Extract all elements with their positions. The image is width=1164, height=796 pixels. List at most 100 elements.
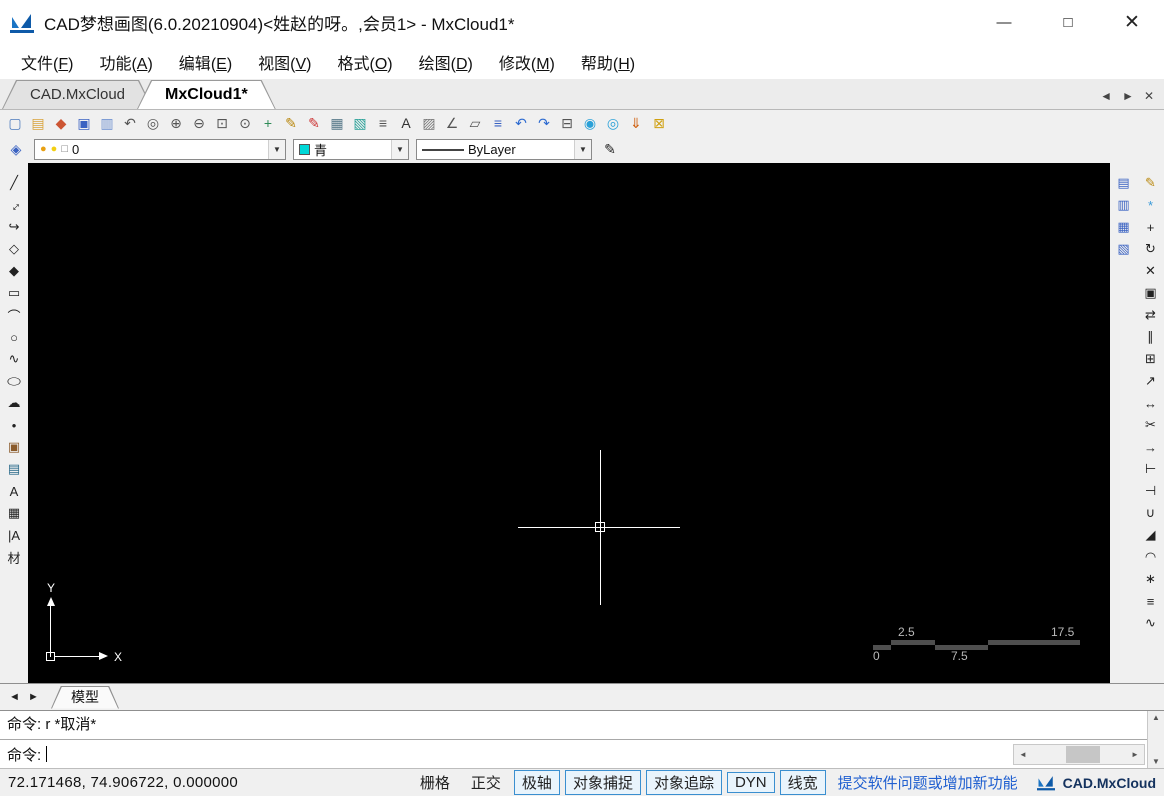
trim-icon[interactable]: ✂ [1141, 415, 1161, 435]
chamfer-icon[interactable]: ◢ [1141, 525, 1161, 545]
text-icon[interactable]: A [4, 481, 24, 501]
move-icon[interactable]: + [1141, 217, 1161, 237]
tab-mxcloud1[interactable]: MxCloud1* [137, 80, 276, 109]
color-combo[interactable]: 青 ▼ [293, 139, 409, 160]
zoom-in-icon[interactable]: ⊕ [165, 112, 187, 134]
break-at-point-icon[interactable]: ⊢ [1141, 459, 1161, 479]
layer-combo[interactable]: ● ● □ 0 ▼ [34, 139, 286, 160]
spline-icon[interactable]: ∿ [4, 349, 24, 369]
copy-icon[interactable]: ▣ [1141, 283, 1161, 303]
save-icon[interactable]: ▣ [73, 112, 95, 134]
explode-icon[interactable]: ∗ [1141, 569, 1161, 589]
construction-line-icon[interactable]: ↔ [0, 191, 28, 219]
layer-manager-icon[interactable]: ◈ [5, 139, 27, 161]
zoom-realtime-icon[interactable]: ◎ [142, 112, 164, 134]
brush-icon[interactable]: ✎ [1141, 173, 1161, 193]
menu-function[interactable]: 功能(A) [90, 47, 161, 77]
hatch-icon[interactable]: ▦ [4, 503, 24, 523]
zoom-out-icon[interactable]: ⊖ [188, 112, 210, 134]
menu-draw[interactable]: 绘图(D) [410, 47, 482, 77]
status-toggle[interactable]: 对象捕捉 [564, 770, 641, 795]
sheet-next-button[interactable]: ► [25, 688, 42, 707]
pan-icon[interactable]: + [257, 112, 279, 134]
cloud-open-icon[interactable]: ◆ [50, 112, 72, 134]
offset-icon[interactable]: ∥ [1141, 327, 1161, 347]
create-block-icon[interactable]: ▤ [4, 459, 24, 479]
text-style-icon[interactable]: A [395, 112, 417, 134]
circle-icon[interactable]: ○ [4, 327, 24, 347]
plot-icon[interactable]: ⊟ [556, 112, 578, 134]
command-vertical-scrollbar[interactable]: ▲ ▼ [1147, 711, 1164, 768]
status-toggle[interactable]: 正交 [463, 770, 509, 795]
feedback-link[interactable]: 提交软件问题或增加新功能 [838, 772, 1018, 793]
aligned-text-icon[interactable]: |A [4, 525, 24, 545]
web-home-icon[interactable]: ◉ [579, 112, 601, 134]
new-file-icon[interactable]: ▢ [4, 112, 26, 134]
window-cascade-icon[interactable]: ▤ [1114, 173, 1134, 193]
zoom-extents-icon[interactable]: ⊙ [234, 112, 256, 134]
layer-combo-arrow-icon[interactable]: ▼ [268, 140, 285, 159]
window-horizontal-icon[interactable]: ▧ [1114, 239, 1134, 259]
pdf-export-icon[interactable]: ⇓ [625, 112, 647, 134]
sheet-prev-button[interactable]: ◄ [6, 688, 23, 707]
command-input-row[interactable]: 命令: ◄ ► [0, 740, 1147, 768]
minimize-button[interactable]: — [972, 0, 1036, 45]
scroll-left-button[interactable]: ◄ [1014, 745, 1032, 764]
tab-model[interactable]: 模型 [51, 686, 119, 709]
scroll-track[interactable] [1032, 745, 1126, 764]
command-horizontal-scrollbar[interactable]: ◄ ► [1013, 743, 1145, 765]
drawing-canvas[interactable]: Y X 2.5 17.5 0 7.5 [28, 163, 1110, 683]
point-icon[interactable]: • [4, 415, 24, 435]
tab-cad-mxcloud[interactable]: CAD.MxCloud [2, 80, 153, 109]
fillet-icon[interactable]: ◠ [1141, 547, 1161, 567]
status-toggle[interactable]: DYN [726, 772, 775, 793]
break-icon[interactable]: ⊣ [1141, 481, 1161, 501]
polyline-edit-icon[interactable]: ∿ [1141, 613, 1161, 633]
menu-view[interactable]: 视图(V) [249, 47, 320, 77]
mirror-icon[interactable]: ⇄ [1141, 305, 1161, 325]
open-file-icon[interactable]: ▤ [27, 112, 49, 134]
table-icon[interactable]: ▦ [326, 112, 348, 134]
scale-icon[interactable]: ↗ [1141, 371, 1161, 391]
redo-icon[interactable]: ↷ [533, 112, 555, 134]
window-vertical-icon[interactable]: ▦ [1114, 217, 1134, 237]
pencil-edit-icon[interactable]: ✎ [280, 112, 302, 134]
status-toggle[interactable]: 极轴 [513, 770, 560, 795]
scroll-right-button[interactable]: ► [1126, 745, 1144, 764]
align-icon[interactable]: ≡ [1141, 591, 1161, 611]
rectangle-icon[interactable]: ▭ [4, 283, 24, 303]
menu-edit[interactable]: 编辑(E) [170, 47, 241, 77]
extend-icon[interactable]: → [1141, 437, 1161, 457]
window-tile-icon[interactable]: ▥ [1114, 195, 1134, 215]
linetype-manager-icon[interactable]: ≡ [372, 112, 394, 134]
polygon-icon[interactable]: ◇ [4, 239, 24, 259]
color-combo-arrow-icon[interactable]: ▼ [391, 140, 408, 159]
match-properties-icon[interactable]: ✎ [599, 139, 621, 161]
tab-scroll-left-button[interactable]: ◄ [1100, 89, 1112, 103]
properties-panel-icon[interactable]: ≡ [487, 112, 509, 134]
menu-file[interactable]: 文件(F) [12, 47, 82, 77]
rotate-icon[interactable]: ↻ [1141, 239, 1161, 259]
insert-block-icon[interactable]: ▣ [4, 437, 24, 457]
menu-format[interactable]: 格式(O) [328, 47, 401, 77]
linetype-combo[interactable]: ByLayer ▼ [416, 139, 592, 160]
tab-close-button[interactable]: ✕ [1144, 89, 1154, 103]
stretch-icon[interactable]: ↔ [1141, 393, 1161, 413]
zoom-window-icon[interactable]: ⊡ [211, 112, 233, 134]
measure-icon[interactable]: ∠ [441, 112, 463, 134]
polyline-icon[interactable]: ↪ [4, 217, 24, 237]
zoom-previous-icon[interactable]: ↶ [119, 112, 141, 134]
scroll-up-button[interactable]: ▲ [1152, 713, 1160, 722]
material-icon[interactable]: 材 [4, 547, 24, 567]
save-as-icon[interactable]: ▥ [96, 112, 118, 134]
join-icon[interactable]: ∪ [1141, 503, 1161, 523]
area-icon[interactable]: ▱ [464, 112, 486, 134]
status-toggle[interactable]: 线宽 [779, 770, 826, 795]
filled-polygon-icon[interactable]: ◆ [4, 261, 24, 281]
status-toggle[interactable]: 栅格 [412, 770, 458, 795]
status-toggle[interactable]: 对象追踪 [645, 770, 722, 795]
erase-icon[interactable]: ✕ [1141, 261, 1161, 281]
arc-icon[interactable]: ⌒ [4, 305, 24, 325]
close-button[interactable]: ✕ [1100, 0, 1164, 45]
format-painter-icon[interactable]: * [1141, 195, 1161, 215]
